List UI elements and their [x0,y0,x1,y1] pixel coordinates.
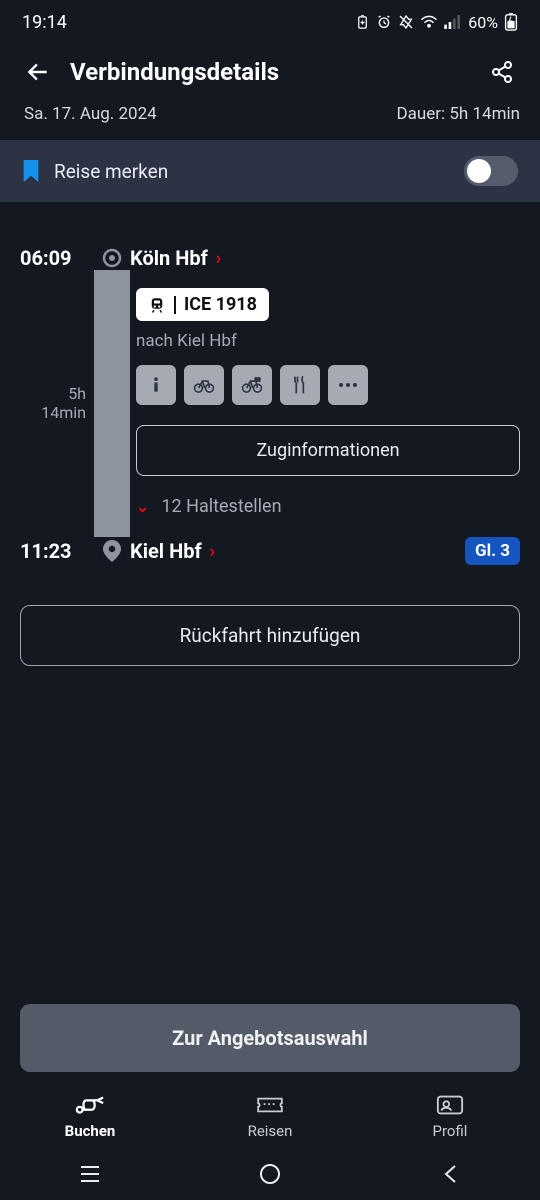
chevron-right-icon: › [216,248,221,269]
nav-trips-label: Reisen [248,1122,293,1140]
wifi-icon [420,15,438,29]
app-bar: Verbindungsdetails [0,44,540,104]
travel-date: Sa. 17. Aug. 2024 [24,104,157,124]
profile-icon [436,1094,464,1116]
train-destination: nach Kiel Hbf [136,331,520,351]
page-title: Verbindungsdetails [70,58,484,86]
amenities-row [136,365,520,405]
toggle-knob [467,159,491,183]
status-indicators: 60% [355,13,518,32]
bike-reserve-icon [241,375,263,395]
to-offers-button[interactable]: Zur Angebotsauswahl [20,1004,520,1072]
bike-icon [193,375,215,395]
leg-details: 5h 14min ICE 1918 nach Kiel Hbf [20,270,520,537]
nav-trips[interactable]: Reisen [181,1092,359,1140]
system-nav [0,1148,540,1200]
more-icon [338,381,358,389]
bottom-nav: Buchen Reisen Profil [0,1084,540,1148]
home-icon [259,1163,281,1185]
mute-icon [398,14,414,30]
ticket-icon [255,1095,285,1115]
chevron-down-icon: ⌄ [136,497,149,516]
train-info-button[interactable]: Zuginformationen [136,425,520,476]
amenity-more[interactable] [328,365,368,405]
remember-trip-toggle[interactable] [464,156,518,186]
remember-trip-bar: Reise merken [0,140,540,202]
recent-icon [79,1165,101,1183]
sys-home[interactable] [215,1160,325,1188]
add-return-button[interactable]: Rückfahrt hinzufügen [20,605,520,666]
battery-percent: 60% [468,13,498,32]
status-bar: 19:14 60% [0,0,540,44]
restaurant-icon [291,375,309,395]
arrival-time: 11:23 [20,539,94,563]
origin-marker-icon [102,248,122,268]
leg-duration-hours: 5h [68,385,86,403]
train-icon [148,296,166,314]
platform-badge: Gl. 3 [465,537,520,565]
share-icon [490,60,514,84]
arrival-station-link[interactable]: Kiel Hbf › [130,539,215,563]
stops-count: 12 Haltestellen [161,496,281,517]
signal-icon [444,15,462,29]
train-number: ICE 1918 [184,294,257,315]
arrival-station: Kiel Hbf [130,539,202,563]
departure-station-link[interactable]: Köln Hbf › [130,246,221,270]
departure-station: Köln Hbf [130,246,208,270]
back-button[interactable] [20,54,56,90]
battery-icon [504,13,518,31]
sys-recent[interactable] [35,1160,145,1188]
nav-book[interactable]: Buchen [1,1092,179,1140]
amenity-bike[interactable] [184,365,224,405]
train-badge[interactable]: ICE 1918 [136,288,269,321]
sys-back[interactable] [395,1160,505,1188]
amenity-info[interactable] [136,365,176,405]
leg-duration-mins: 14min [41,404,86,422]
bookmark-icon [22,160,40,182]
date-duration-row: Sa. 17. Aug. 2024 Dauer: 5h 14min [0,104,540,140]
sys-back-icon [441,1164,459,1184]
battery-saver-icon [355,15,370,30]
status-time: 19:14 [22,12,67,33]
arrival-row: 11:23 Kiel Hbf › Gl. 3 [20,537,520,565]
arrow-left-icon [25,59,51,85]
departure-time: 06:09 [20,246,94,270]
chevron-right-icon: › [210,541,215,562]
amenity-restaurant[interactable] [280,365,320,405]
share-button[interactable] [484,54,520,90]
route-icon [75,1094,105,1116]
stops-expander[interactable]: ⌄ 12 Haltestellen [136,496,520,517]
departure-row: 06:09 Köln Hbf › [20,246,520,270]
destination-marker-icon [103,540,121,562]
info-icon [146,375,166,395]
nav-profile[interactable]: Profil [361,1092,539,1140]
nav-book-label: Buchen [65,1122,116,1140]
remember-trip-label: Reise merken [54,160,450,183]
travel-duration: Dauer: 5h 14min [396,104,520,124]
alarm-icon [376,14,392,30]
nav-profile-label: Profil [433,1122,468,1140]
journey-block: 06:09 Köln Hbf › 5h 14min ICE 1918 nach … [0,246,540,565]
amenity-bike-reservation[interactable] [232,365,272,405]
